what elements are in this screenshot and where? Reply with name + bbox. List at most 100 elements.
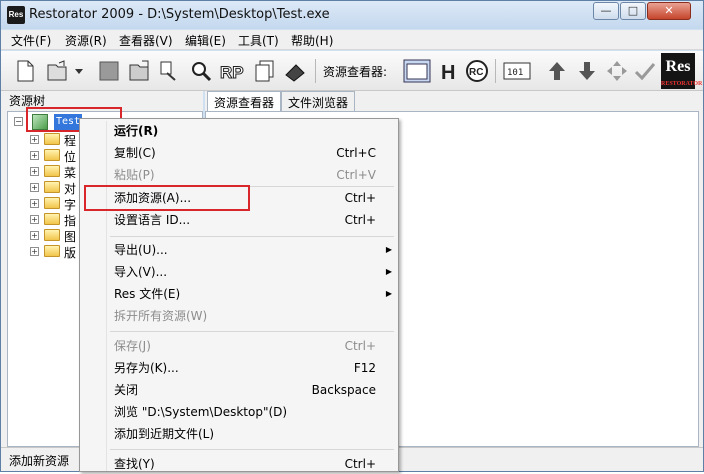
expand-icon[interactable]: + [30,135,39,144]
menu-item-label: 关闭 [114,383,139,397]
menu-item-label: 粘贴(P) [114,168,155,182]
menu-item-shortcut: Ctrl+ [344,339,376,353]
menu-tools[interactable]: 工具(T) [238,32,279,49]
title-bar: Res Restorator 2009 - D:\System\Desktop\… [1,1,703,29]
open-file-icon[interactable] [45,59,69,83]
tab-resource-viewer[interactable]: 资源查看器 [207,91,282,111]
tree-node-label: 菜 [64,166,77,180]
folder-icon [44,197,60,209]
menu-item-split-all-resources[interactable]: 拆开所有资源(W) [114,306,394,326]
rp-icon[interactable]: RP [219,59,247,83]
toolbar: RP 资源查看器: H RC 101 Res RESTORATOR [1,51,703,91]
tree-node-label: 图 [64,230,77,244]
menu-edit[interactable]: 编辑(E) [185,32,226,49]
menu-item-browse-folder[interactable]: 浏览 "D:\System\Desktop"(D) [114,402,394,422]
book-icon[interactable] [283,59,307,83]
copy-icon[interactable] [253,59,277,83]
restorator-logo: Res RESTORATOR [661,53,702,89]
svg-text:101: 101 [507,68,523,78]
window-title: Restorator 2009 - D:\System\Desktop\Test… [29,7,330,22]
menu-item-label: 导入(V)... [114,265,168,279]
move-icon[interactable] [605,59,629,83]
viewer-label: 资源查看器: [323,65,388,79]
svg-text:H: H [441,62,455,83]
folder-icon [44,181,60,193]
menu-item-add-to-recent[interactable]: 添加到近期文件(L) [114,424,394,444]
logo-text: Res [665,58,691,75]
collapse-icon[interactable]: − [14,117,23,126]
menu-item-label: 运行(R) [114,124,159,138]
tree-node-label: 对 [64,182,77,196]
tree-node-label: 位 [64,150,77,164]
menu-item-copy[interactable]: 复制(C) Ctrl+C [114,143,394,163]
menu-help[interactable]: 帮助(H) [291,32,333,49]
menu-item-label: 拆开所有资源(W) [114,309,208,323]
expand-icon[interactable]: + [30,247,39,256]
viewer-image-icon[interactable] [403,59,431,83]
menu-item-res-file[interactable]: Res 文件(E) ▶ [114,284,394,304]
check-icon[interactable] [633,59,657,83]
maximize-button[interactable]: □ [620,2,646,20]
expand-icon[interactable]: + [30,167,39,176]
menu-item-run[interactable]: 运行(R) [114,121,394,141]
menu-item-close[interactable]: 关闭 Backspace [114,380,394,400]
tree-node-label: 指 [64,214,77,228]
menu-item-label: 导出(U)... [114,243,168,257]
folder-icon [44,149,60,161]
folder-icon [44,245,60,257]
folder-icon [44,133,60,145]
menu-resource[interactable]: 资源(R) [65,32,107,49]
rc-viewer-icon[interactable]: RC [465,59,489,83]
folder-icon [44,165,60,177]
menu-item-shortcut: Ctrl+V [336,168,376,182]
hex-viewer-icon[interactable]: H [437,59,461,83]
tree-node-label: 字 [64,198,77,212]
expand-icon[interactable]: + [30,231,39,240]
status-text: 添加新资源 [9,454,70,468]
context-menu: 运行(R) 复制(C) Ctrl+C 粘贴(P) Ctrl+V 添加资源(A).… [79,118,399,472]
save-icon[interactable] [97,59,121,83]
folder-icon [44,229,60,241]
arrow-up-icon[interactable] [545,59,569,83]
menu-viewer[interactable]: 查看器(V) [119,32,173,49]
menu-item-shortcut: Ctrl+ [344,213,376,227]
context-menu-gutter [106,121,107,471]
menu-file[interactable]: 文件(F) [11,32,51,49]
menu-item-label: 设置语言 ID... [114,213,191,227]
expand-icon[interactable]: + [30,183,39,192]
menu-item-save[interactable]: 保存(J) Ctrl+ [114,336,394,356]
menu-item-paste[interactable]: 粘贴(P) Ctrl+V [114,165,394,185]
tree-node-label: 版 [64,246,77,260]
app-icon: Res [7,6,25,24]
search-icon[interactable] [189,59,213,83]
tree-node-label: 程 [64,134,77,148]
minimize-button[interactable]: — [593,2,619,20]
folder-icon [44,213,60,225]
menu-item-label: 另存为(K)... [114,361,179,375]
binary-viewer-icon[interactable]: 101 [503,59,531,83]
menu-item-export[interactable]: 导出(U)... ▶ [114,240,394,260]
expand-icon[interactable]: + [30,199,39,208]
menu-item-label: 复制(C) [114,146,156,160]
expand-icon[interactable]: + [30,151,39,160]
toolbar-separator [315,59,316,83]
menu-item-shortcut: Ctrl+C [336,146,376,160]
tab-file-browser[interactable]: 文件浏览器 [281,91,356,111]
toolbar-separator [495,59,496,83]
menu-item-find[interactable]: 查找(Y) Ctrl+ [114,454,394,474]
menu-item-shortcut: Ctrl+ [344,191,376,205]
menu-item-set-language-id[interactable]: 设置语言 ID... Ctrl+ [114,210,394,230]
expand-icon[interactable]: + [30,215,39,224]
menu-item-save-as[interactable]: 另存为(K)... F12 [114,358,394,378]
chevron-down-icon[interactable] [73,59,85,83]
properties-icon[interactable] [157,59,181,83]
close-button[interactable]: ✕ [647,2,691,20]
menu-item-shortcut: Ctrl+ [344,457,376,471]
new-file-icon[interactable] [13,59,37,83]
arrow-down-icon[interactable] [575,59,599,83]
export-icon[interactable] [127,59,151,83]
svg-text:RC: RC [469,67,483,78]
svg-text:RP: RP [220,63,244,82]
menu-item-label: 保存(J) [114,339,151,353]
menu-item-import[interactable]: 导入(V)... ▶ [114,262,394,282]
